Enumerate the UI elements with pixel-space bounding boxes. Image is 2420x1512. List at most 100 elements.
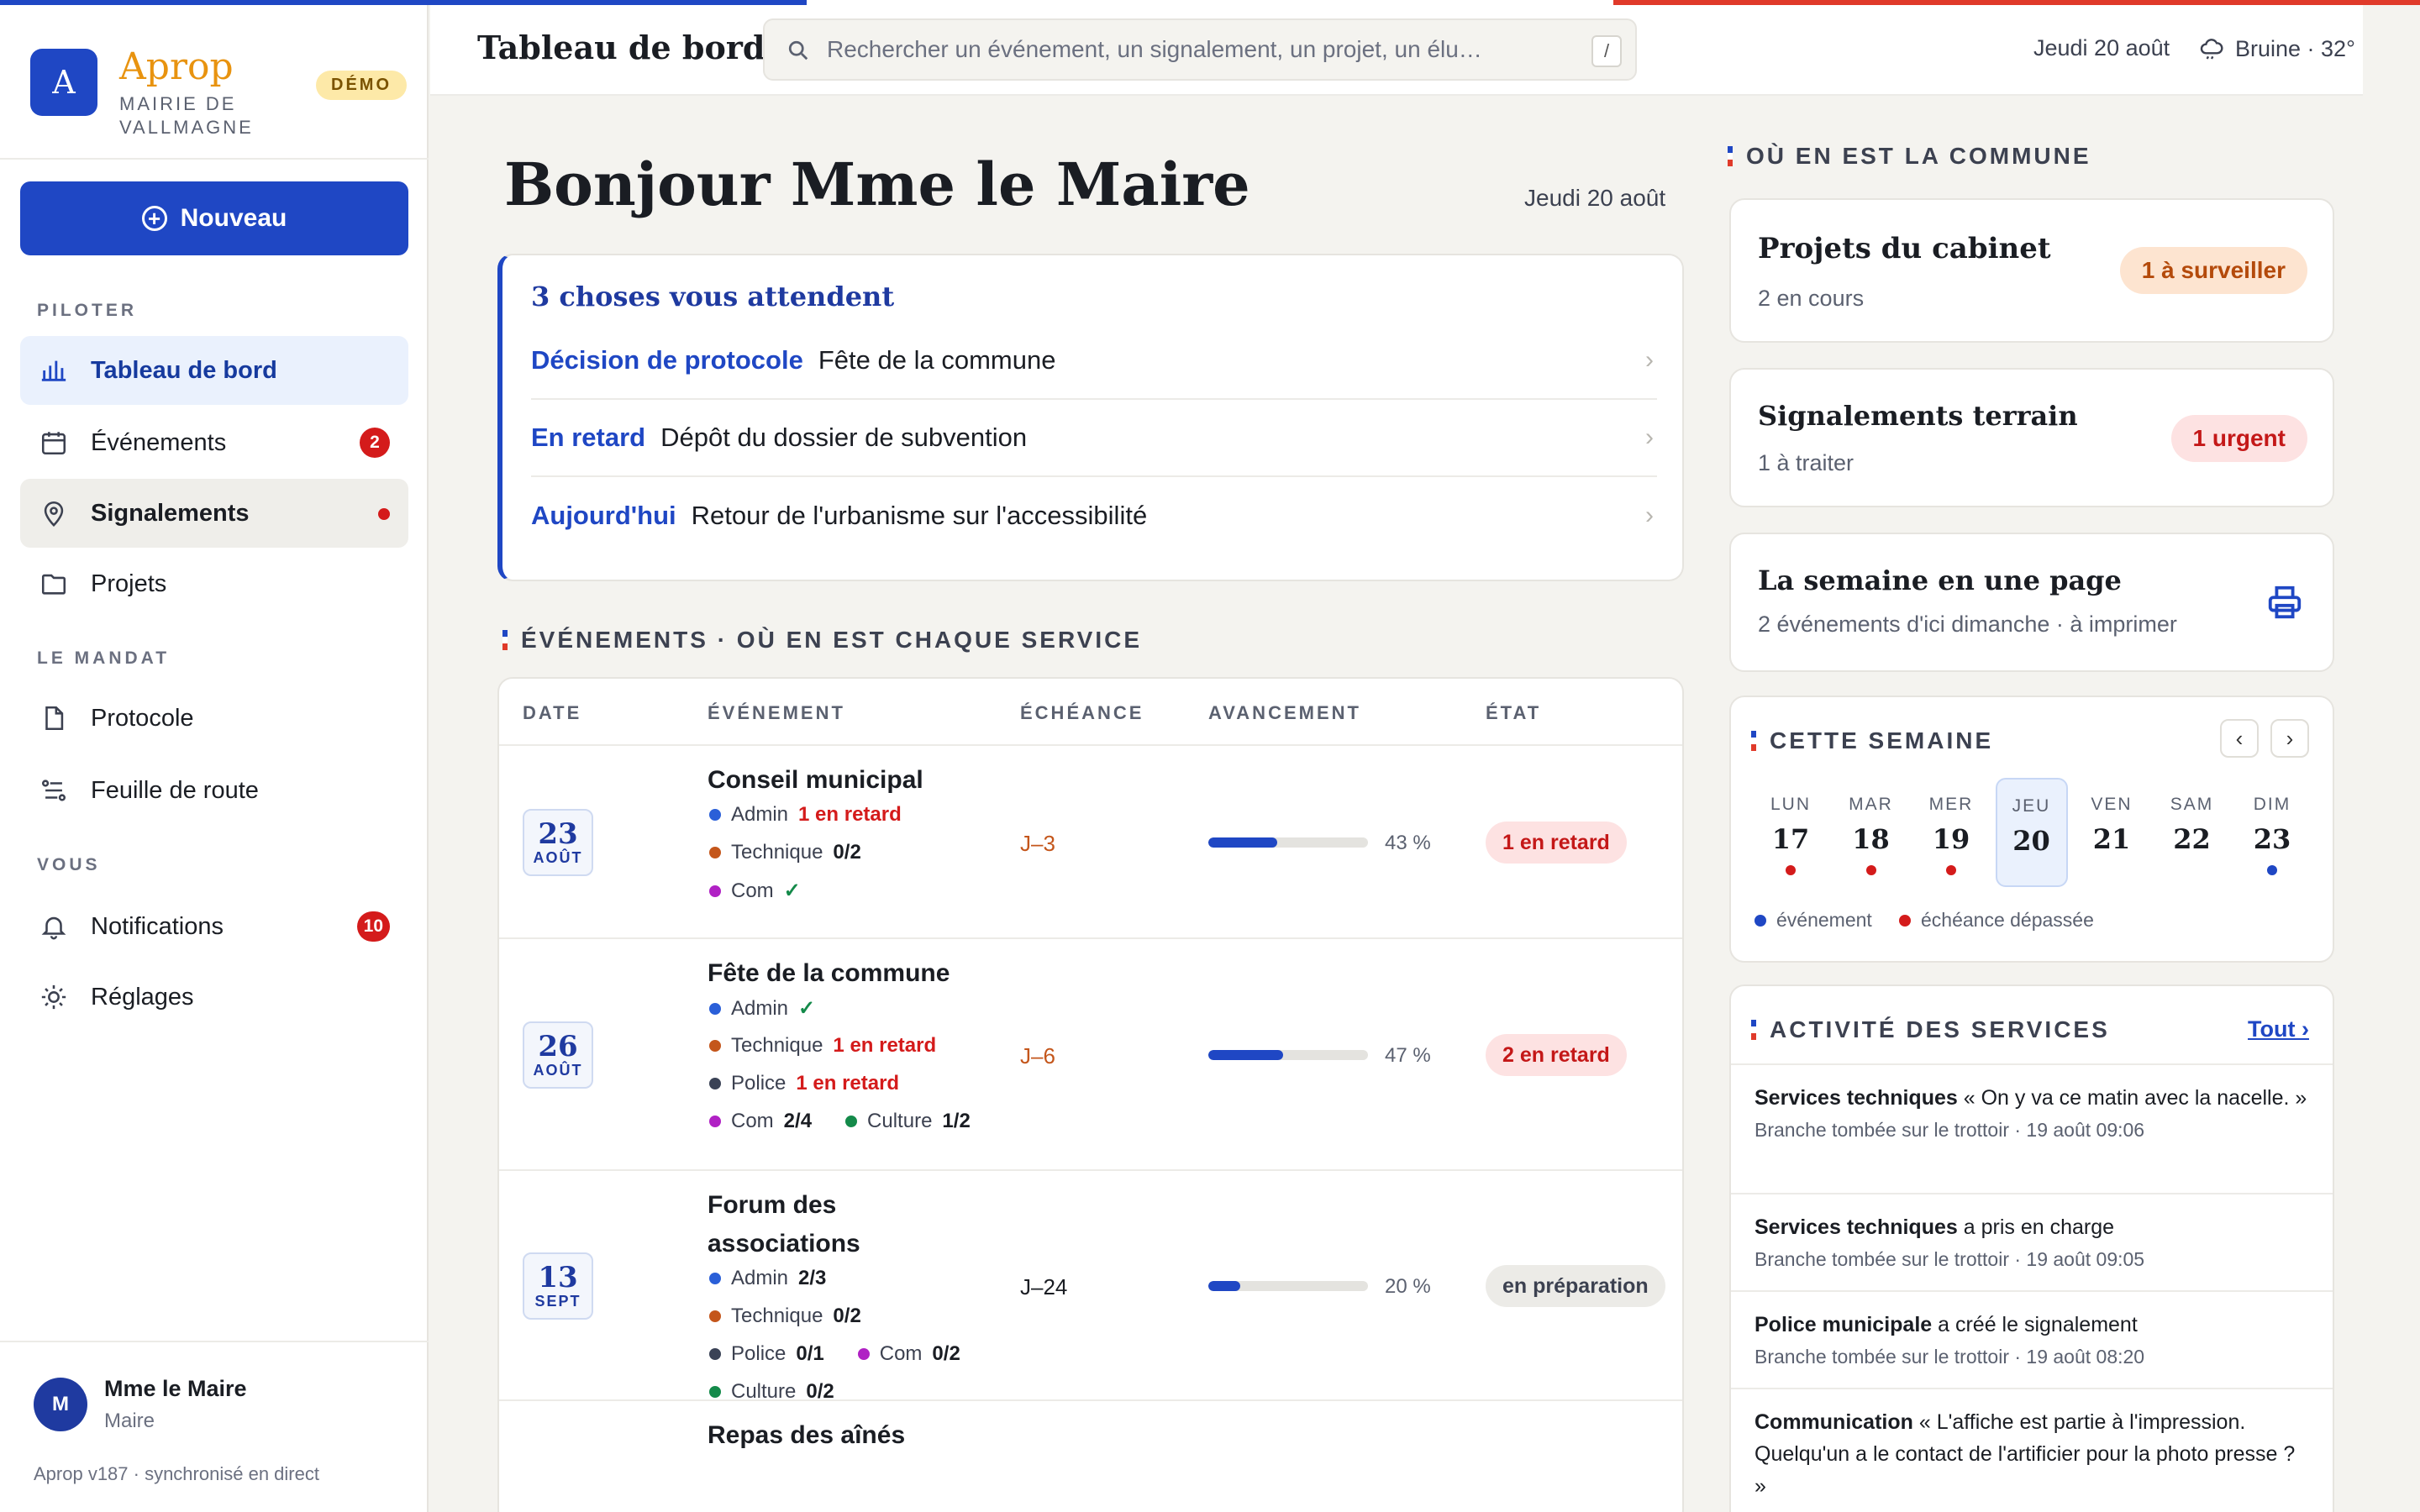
sidebar-item-feuille-de-route[interactable]: Feuille de route [20,756,408,825]
service-status-line: Culture 0/2 [709,1380,834,1404]
todo-item[interactable]: En retard Dépôt du dossier de subvention… [531,400,1657,477]
printer-icon[interactable] [2265,583,2304,622]
activity-action: « On y va ce matin avec la nacelle. » [1957,1086,2307,1110]
week-heading: CETTE SEMAINE [1751,727,1993,754]
sidebar-item-reglages[interactable]: Réglages [20,963,408,1032]
commune-section-title: OÙ EN EST LA COMMUNE [1746,143,2091,169]
activity-item[interactable]: Communication « L'affiche est partie à l… [1731,1388,2333,1502]
calendar-day[interactable]: JEU 20 [1995,778,2068,887]
legend-label: échéance dépassée [1921,909,2094,931]
event-name[interactable]: Repas des aînés [708,1416,905,1455]
sidebar-item-label: Feuille de route [91,776,259,804]
progress-fill [1208,837,1277,848]
progress-label: 20 % [1385,1275,1431,1298]
semaine-card[interactable]: La semaine en une page 2 événements d'ic… [1729,533,2334,672]
status-badge: 1 urgent [2170,415,2307,462]
unread-dot [378,508,390,520]
section-label-piloter: PILOTER [37,301,138,320]
section-label-vous: VOUS [37,855,101,874]
service-value: 2/4 [783,1110,813,1132]
service-value: 0/2 [932,1342,960,1365]
weather: Bruine · 32° [2198,35,2355,62]
plus-icon: + [141,206,167,231]
deadline: J–3 [1020,831,1055,856]
todo-item[interactable]: Décision de protocole Fête de la commune… [531,323,1657,400]
activity-item[interactable]: Services techniques « On y va ce matin a… [1731,1063,2333,1142]
signalements-card[interactable]: Signalements terrain 1 à traiter 1 urgen… [1729,368,2334,507]
sidebar-item-signalements[interactable]: Signalements [20,479,408,548]
chevron-right-icon: › [1645,346,1654,374]
service-value: 2/3 [798,1267,827,1289]
todo-item[interactable]: Aujourd'hui Retour de l'urbanisme sur l'… [531,477,1657,554]
service-name: Admin [731,1267,789,1289]
search-input[interactable] [827,36,1583,63]
new-button[interactable]: + Nouveau [20,181,408,255]
day-number: 17 [1771,823,1810,855]
service-status-line: Com 2/4 Culture 1/2 [709,1110,971,1133]
todo-card: 3 choses vous attendent Décision de prot… [497,254,1684,581]
see-all-link[interactable]: Tout › [2248,1016,2309,1042]
activity-feed: ACTIVITÉ DES SERVICES Tout › Services te… [1729,984,2334,1512]
status-badge: en préparation [1486,1265,1665,1307]
bell-icon [39,911,69,942]
sidebar-item-dashboard[interactable]: Tableau de bord [20,336,408,405]
progress-bar [1208,837,1368,848]
activity-action: a créé le signalement [1932,1313,2138,1336]
date-badge: 26 AOÛT [523,1021,593,1089]
event-name[interactable]: Conseil municipal [708,761,923,800]
day-number: 20 [2012,825,2050,857]
table-row[interactable]: Repas des aînés [499,1401,1682,1512]
chevron-right-icon: › [1645,501,1654,529]
activity-item[interactable]: Police municipale a créé le signalement B… [1731,1290,2333,1368]
service-value: 0/2 [833,1305,861,1327]
app-logo: A [30,49,97,116]
service-status-line: Police 0/1 Com 0/2 [709,1342,960,1366]
col-header-deadline: ÉCHÉANCE [1020,702,1144,723]
service-name: Police [731,1342,786,1365]
service-status-line: Admin 2/3 [709,1267,826,1290]
sidebar-item-label: Notifications [91,912,224,940]
app-name: Aprop [119,45,234,88]
sidebar-item-projets[interactable]: Projets [20,549,408,618]
service-status-line: Technique 0/2 [709,1305,861,1328]
search-bar[interactable]: / [763,18,1637,81]
calendar-day[interactable]: MER 19 [1915,778,1987,887]
weather-label: Bruine · 32° [2235,35,2355,61]
service-color-dot [709,1040,721,1052]
flag-icon [1728,146,1733,166]
notifications-count-badge: 10 [356,911,390,942]
calendar-day[interactable]: MAR 18 [1835,778,1907,887]
prev-week-button[interactable]: ‹ [2220,719,2259,758]
table-row[interactable]: 26 AOÛT Fête de la commune Admin ✓ Technique… [499,939,1682,1171]
route-icon [39,775,69,806]
brand[interactable]: A Aprop MAIRIE DE VALLMAGNE [30,49,279,139]
calendar-day[interactable]: VEN 21 [2075,778,2148,887]
table-row[interactable]: 23 AOÛT Conseil municipal Admin 1 en retard… [499,746,1682,939]
progress-label: 43 % [1385,832,1431,854]
activity-item[interactable]: Services techniques a pris en charge Bran… [1731,1193,2333,1271]
sidebar-item-protocole[interactable]: Protocole [20,684,408,753]
sidebar-item-notifications[interactable]: Notifications 10 [20,892,408,961]
calendar-day[interactable]: LUN 17 [1754,778,1827,887]
activity-text: Services techniques « On y va ce matin a… [1754,1082,2309,1114]
event-name[interactable]: Forum des associations [708,1186,901,1263]
service-name: Technique [731,1305,823,1327]
folder-icon [39,569,69,599]
calendar-day[interactable]: SAM 22 [2156,778,2228,887]
calendar-day[interactable]: DIM 23 [2236,778,2308,887]
activity-text: Communication « L'affiche est partie à l… [1754,1406,2309,1502]
next-week-button[interactable]: › [2270,719,2309,758]
projets-card[interactable]: Projets du cabinet 2 en cours 1 à survei… [1729,198,2334,343]
service-value: 1 en retard [798,803,902,826]
avatar[interactable]: M [34,1378,87,1431]
day-name: MER [1928,795,1974,814]
service-color-dot [709,809,721,821]
table-row[interactable]: 13 SEPT Forum des associations Admin 2/3 Tec… [499,1171,1682,1404]
progress-fill [1208,1281,1240,1291]
activity-meta: Branche tombée sur le trottoir · 19 août… [1754,1248,2145,1270]
progress-bar [1208,1050,1368,1060]
sidebar-item-events[interactable]: Événements 2 [20,408,408,477]
event-name[interactable]: Fête de la commune [708,954,950,993]
activity-action: a pris en charge [1957,1215,2115,1239]
progress-label: 47 % [1385,1044,1431,1067]
